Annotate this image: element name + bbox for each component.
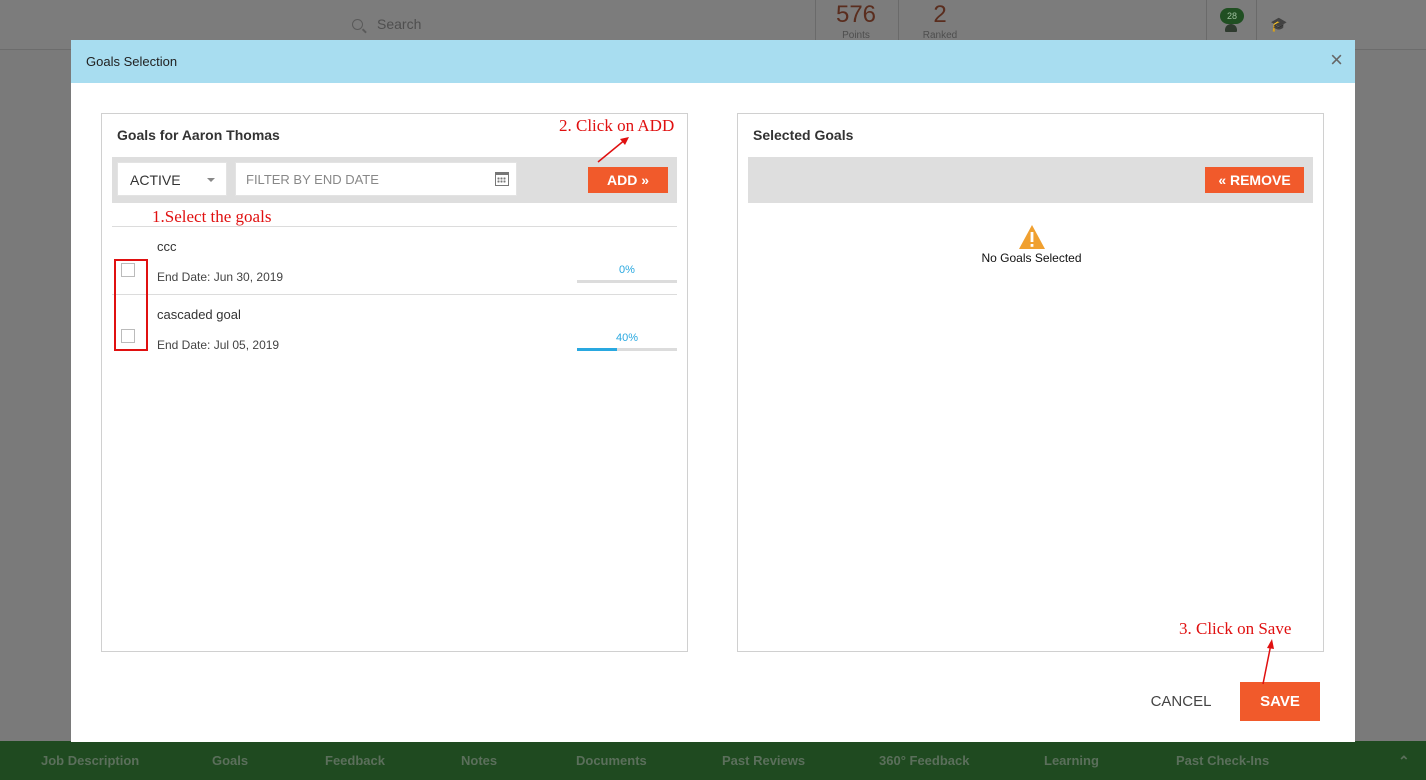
empty-state-text: No Goals Selected	[981, 251, 1082, 265]
goal-name: cascaded goal	[157, 307, 241, 322]
selected-goals-panel: Selected Goals « REMOVE No Goals Selecte…	[737, 113, 1324, 652]
warning-icon	[1018, 225, 1045, 249]
nav-360-feedback: 360° Feedback	[879, 753, 970, 768]
nav-goals: Goals	[212, 753, 249, 768]
annotation-step1: 1.Select the goals	[152, 207, 272, 226]
nav-learning: Learning	[1044, 753, 1099, 768]
caret-down-icon	[207, 178, 215, 182]
annotation-highlight-box	[114, 259, 148, 351]
divider	[815, 0, 816, 40]
goal-row: ccc End Date: Jun 30, 2019 0%	[112, 227, 677, 295]
goals-toolbar: ACTIVE FILTER BY END DATE ADD »	[112, 157, 677, 203]
nav-documents: Documents	[576, 753, 647, 768]
close-icon[interactable]: ×	[1330, 49, 1343, 71]
goals-panel-title: Goals for Aaron Thomas	[117, 127, 280, 143]
add-button[interactable]: ADD »	[588, 167, 668, 193]
nav-past-check-ins: Past Check-Ins	[1176, 753, 1270, 768]
cancel-button[interactable]: CANCEL	[1143, 690, 1219, 714]
goal-progress-fill	[577, 348, 617, 351]
goal-end-date: End Date: Jun 30, 2019	[157, 270, 284, 284]
points-stat: 576 Points	[826, 0, 886, 41]
calendar-icon[interactable]	[495, 172, 509, 186]
end-date-filter-input[interactable]: FILTER BY END DATE	[235, 162, 517, 196]
annotation-arrow-add	[597, 137, 629, 163]
nav-feedback: Feedback	[325, 753, 385, 768]
goal-progress-bar	[577, 348, 677, 351]
selected-goals-title: Selected Goals	[753, 127, 854, 143]
goal-progress-bar	[577, 280, 677, 283]
bell-icon	[1225, 24, 1237, 32]
goal-row: cascaded goal End Date: Jul 05, 2019 40%	[112, 295, 677, 363]
graduation-cap-icon: 🎓	[1270, 16, 1288, 32]
modal-header: Goals Selection ×	[71, 40, 1355, 83]
status-filter-select[interactable]: ACTIVE	[117, 162, 227, 196]
end-date-filter-placeholder: FILTER BY END DATE	[246, 172, 379, 187]
annotation-step2: 2. Click on ADD	[559, 116, 675, 135]
annotation-arrow-save	[1262, 639, 1274, 685]
selected-goals-toolbar: « REMOVE	[748, 157, 1313, 203]
background-search-label: Search	[377, 16, 422, 32]
status-filter-value: ACTIVE	[130, 172, 181, 188]
annotation-step3: 3. Click on Save	[1179, 619, 1292, 638]
points-value: 576	[835, 1, 877, 28]
save-button[interactable]: SAVE	[1240, 682, 1320, 721]
notification-count-badge: 28	[1220, 8, 1244, 24]
divider	[898, 0, 899, 40]
remove-button[interactable]: « REMOVE	[1205, 167, 1304, 193]
chevron-up-icon: ⌃	[1398, 753, 1410, 769]
nav-notes: Notes	[461, 753, 498, 768]
goal-name: ccc	[157, 239, 177, 254]
goal-progress-label: 0%	[619, 264, 635, 276]
modal-title: Goals Selection	[86, 54, 178, 69]
search-icon	[352, 19, 363, 30]
goal-end-date: End Date: Jul 05, 2019	[157, 338, 280, 352]
goals-selection-modal: Goals Selection × Goals for Aaron Thomas…	[71, 40, 1355, 742]
ranked-stat: 2 Ranked	[910, 0, 970, 41]
background-bottom-nav: Job Description Goals Feedback Notes Doc…	[0, 741, 1426, 780]
nav-job-description: Job Description	[41, 753, 140, 768]
empty-state: No Goals Selected	[738, 224, 1325, 265]
goals-list-panel: Goals for Aaron Thomas ACTIVE FILTER BY …	[101, 113, 688, 652]
background-search: Search	[352, 16, 421, 32]
ranked-value: 2	[933, 1, 947, 28]
nav-past-reviews: Past Reviews	[722, 753, 806, 768]
divider	[1206, 0, 1207, 40]
goal-progress-label: 40%	[615, 332, 639, 344]
divider	[1256, 0, 1257, 40]
